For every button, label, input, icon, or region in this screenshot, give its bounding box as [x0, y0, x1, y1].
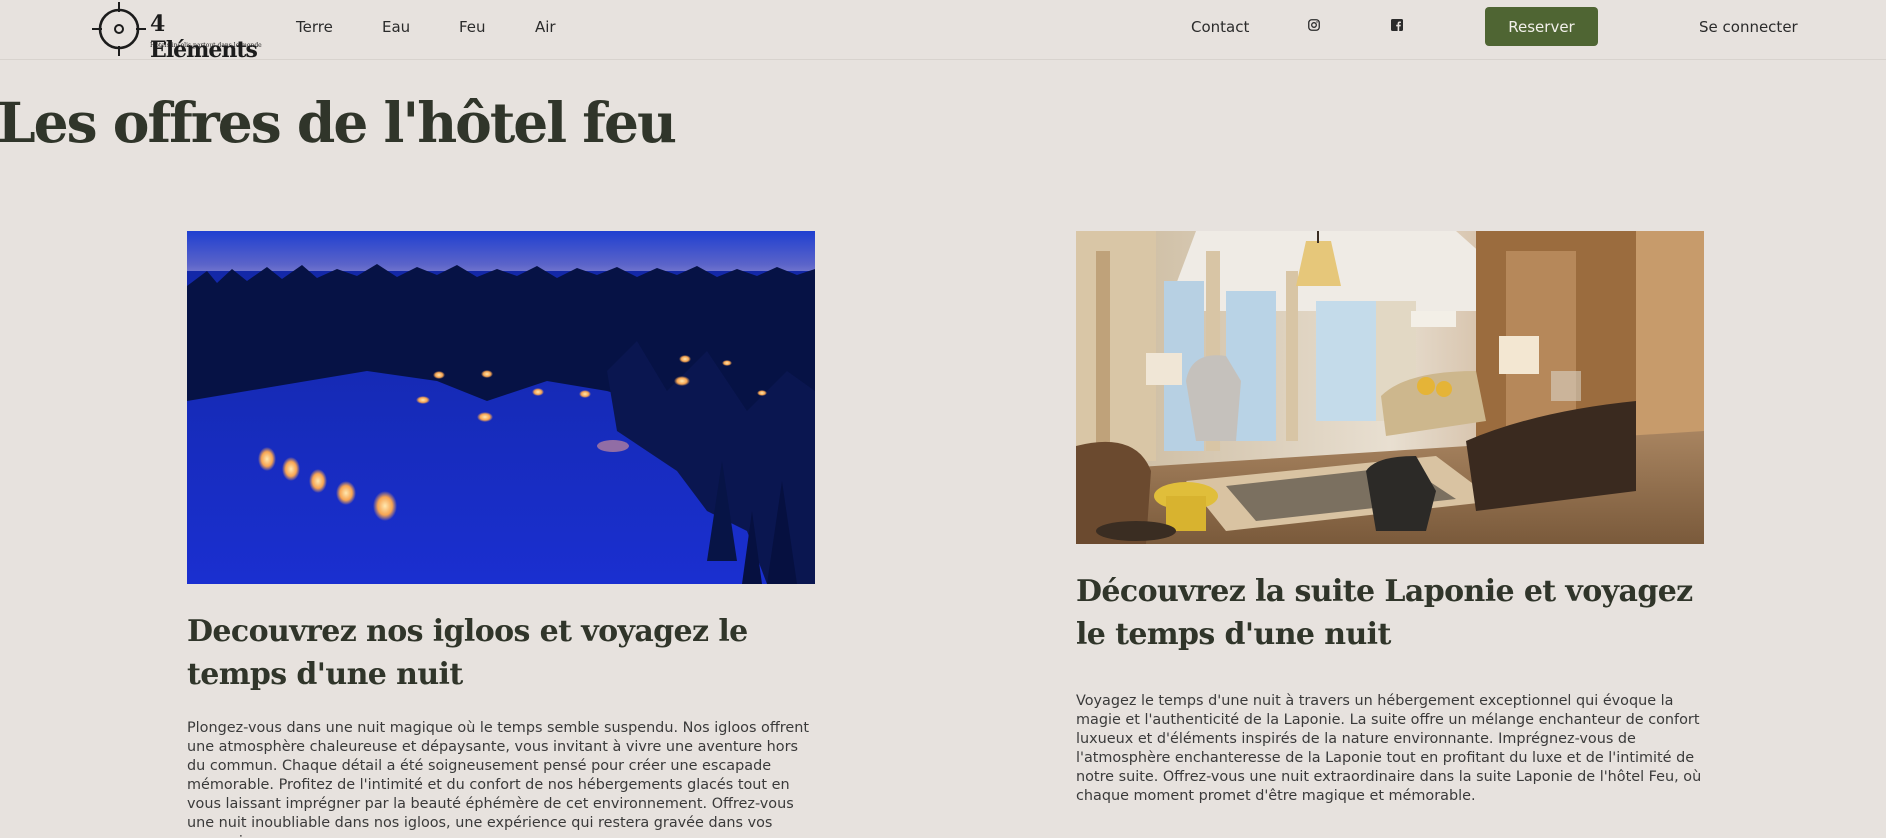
nav-link-contact[interactable]: Contact	[1191, 18, 1249, 36]
top-nav: 4 Eléments Hôtels insolis partout dans l…	[0, 0, 1886, 63]
brand-tagline: Hôtels insolis partout dans le monde	[150, 42, 262, 49]
login-link[interactable]: Se connecter	[1699, 18, 1798, 36]
reserve-button[interactable]: Reserver	[1485, 7, 1598, 46]
offer-title-suite-laponie: Découvrez la suite Laponie et voyagez le…	[1076, 574, 1693, 652]
crosshair-logo-icon	[92, 2, 146, 56]
nav-link-eau[interactable]: Eau	[382, 18, 410, 36]
nav-link-air[interactable]: Air	[535, 18, 556, 36]
page-title: Les offres de l'hôtel feu	[0, 90, 677, 155]
offer-description-igloos: Plongez-vous dans une nuit magique où le…	[187, 720, 809, 838]
facebook-icon[interactable]	[1391, 19, 1403, 31]
nav-link-feu[interactable]: Feu	[459, 18, 486, 36]
brand-name: 4 Eléments	[150, 11, 258, 63]
suite-laponie-photo	[1076, 231, 1704, 544]
nav-link-terre[interactable]: Terre	[296, 18, 333, 36]
offer-description-suite-laponie: Voyagez le temps d'une nuit à travers un…	[1076, 693, 1702, 804]
offer-title-igloos: Decouvrez nos igloos et voyagez le temps…	[187, 614, 748, 692]
igloo-photo	[187, 231, 815, 584]
brand-logo[interactable]: 4 Eléments Hôtels insolis partout dans l…	[92, 2, 262, 63]
instagram-icon[interactable]	[1308, 19, 1320, 31]
